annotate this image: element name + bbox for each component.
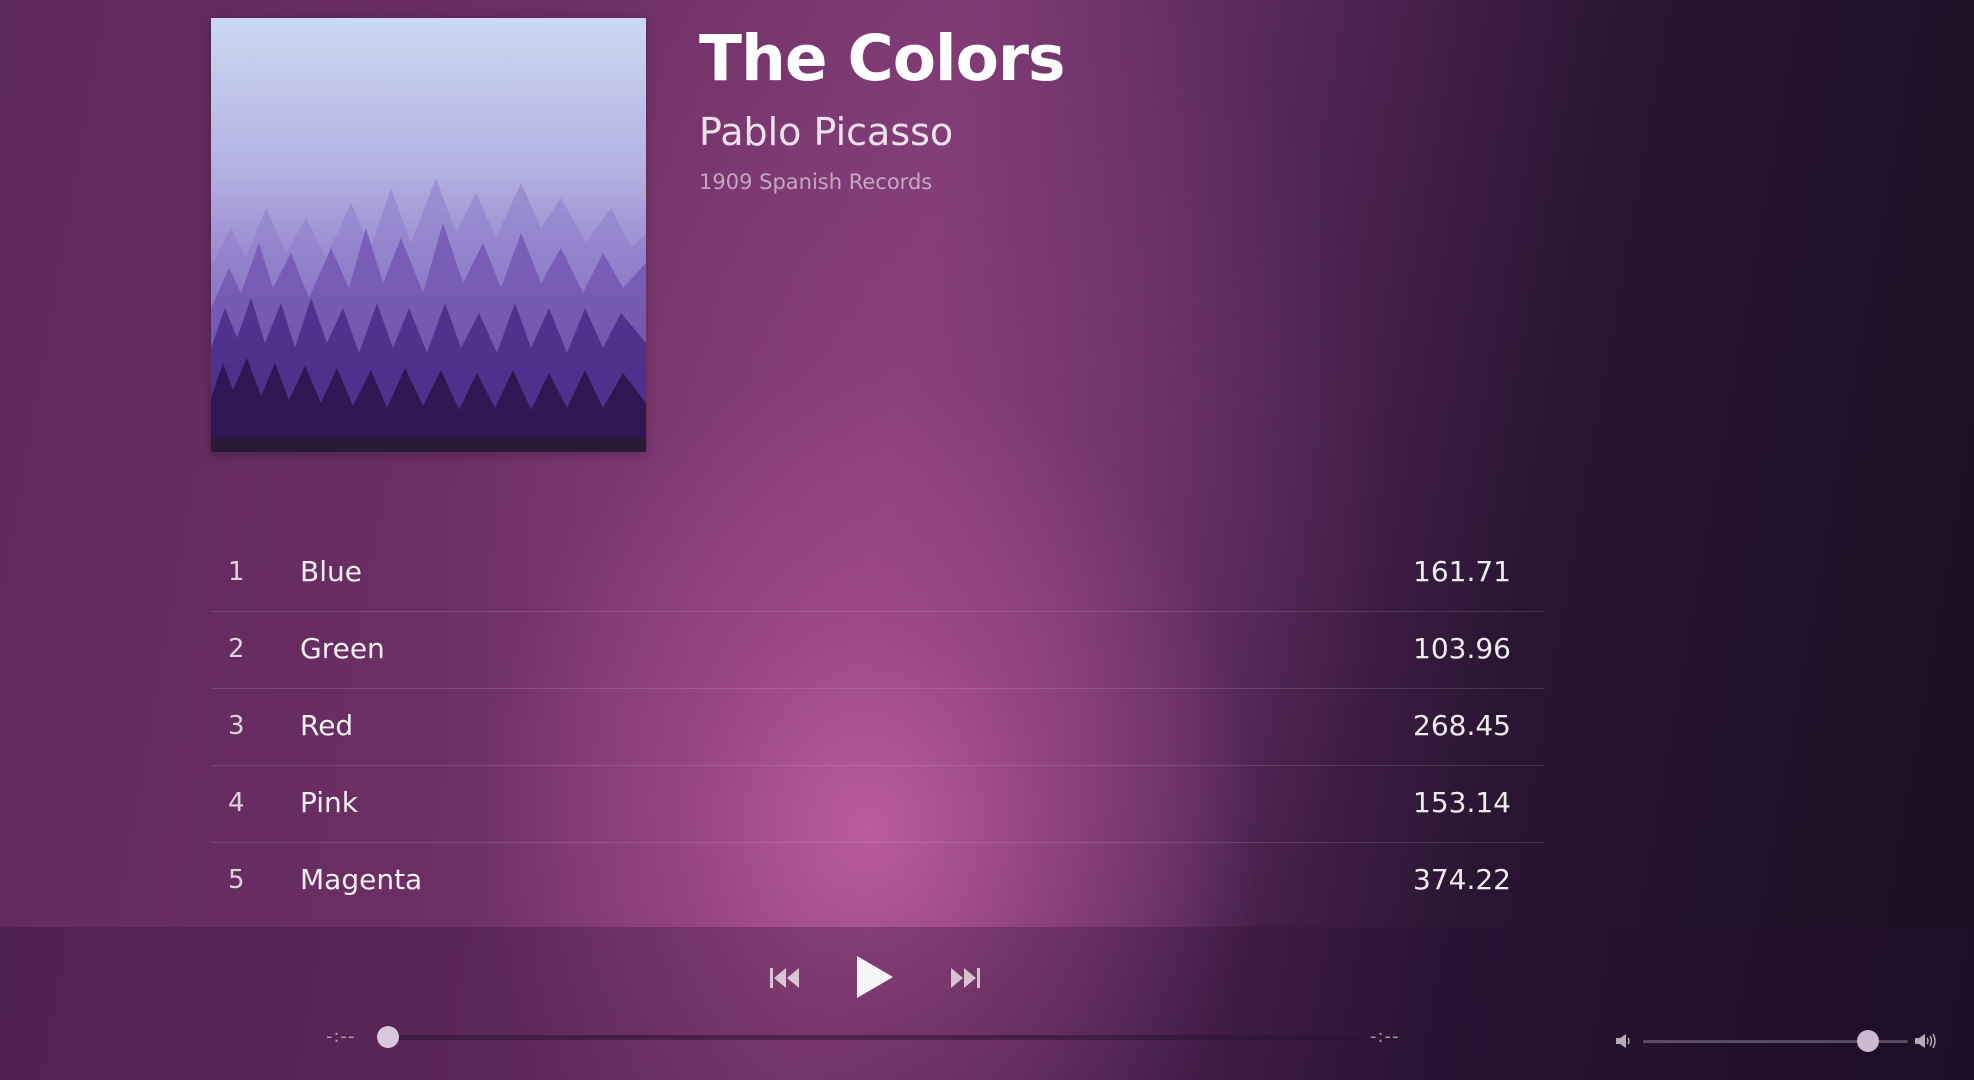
volume-low-button[interactable] xyxy=(1615,1032,1633,1054)
play-icon xyxy=(857,956,893,998)
progress-slider[interactable] xyxy=(377,1026,1360,1048)
track-row[interactable]: 3 Red 268.45 xyxy=(211,689,1544,766)
volume-high-button[interactable] xyxy=(1914,1032,1940,1054)
total-time: -:-- xyxy=(1370,1026,1400,1047)
track-number: 5 xyxy=(228,865,245,895)
playback-controls xyxy=(770,948,990,1012)
track-number: 2 xyxy=(228,634,245,664)
track-list: 1 Blue 161.71 2 Green 103.96 3 Red 268.4… xyxy=(211,535,1544,919)
volume-high-icon xyxy=(1915,1033,1936,1049)
track-number: 4 xyxy=(228,788,245,818)
artist-name[interactable]: Pablo Picasso xyxy=(699,110,953,154)
track-title: Blue xyxy=(300,555,362,588)
track-duration: 103.96 xyxy=(1413,632,1511,665)
progress-handle[interactable] xyxy=(377,1026,399,1048)
track-title: Red xyxy=(300,709,354,742)
track-title: Pink xyxy=(300,786,359,819)
previous-button[interactable] xyxy=(770,966,800,990)
elapsed-time: -:-- xyxy=(326,1026,356,1047)
track-row[interactable]: 5 Magenta 374.22 xyxy=(211,843,1544,919)
track-duration: 153.14 xyxy=(1413,786,1511,819)
track-row[interactable]: 2 Green 103.96 xyxy=(211,612,1544,689)
track-title: Magenta xyxy=(300,863,423,896)
volume-slider[interactable] xyxy=(1643,1030,1908,1052)
music-player: { "album": { "title": "The Colors", "art… xyxy=(0,0,1974,1080)
track-number: 1 xyxy=(228,557,245,587)
skip-previous-icon xyxy=(770,968,799,988)
track-row[interactable]: 4 Pink 153.14 xyxy=(211,766,1544,843)
skip-next-icon xyxy=(951,968,980,988)
track-duration: 374.22 xyxy=(1413,863,1511,896)
play-button[interactable] xyxy=(855,954,895,1000)
album-art xyxy=(211,18,646,452)
release-info: 1909 Spanish Records xyxy=(699,170,933,194)
track-row[interactable]: 1 Blue 161.71 xyxy=(211,535,1544,612)
volume-low-icon xyxy=(1616,1034,1630,1048)
forest-image xyxy=(211,18,646,452)
track-duration: 268.45 xyxy=(1413,709,1511,742)
track-number: 3 xyxy=(228,711,245,741)
next-button[interactable] xyxy=(950,966,980,990)
album-title: The Colors xyxy=(699,22,1065,95)
track-duration: 161.71 xyxy=(1413,555,1511,588)
track-title: Green xyxy=(300,632,385,665)
